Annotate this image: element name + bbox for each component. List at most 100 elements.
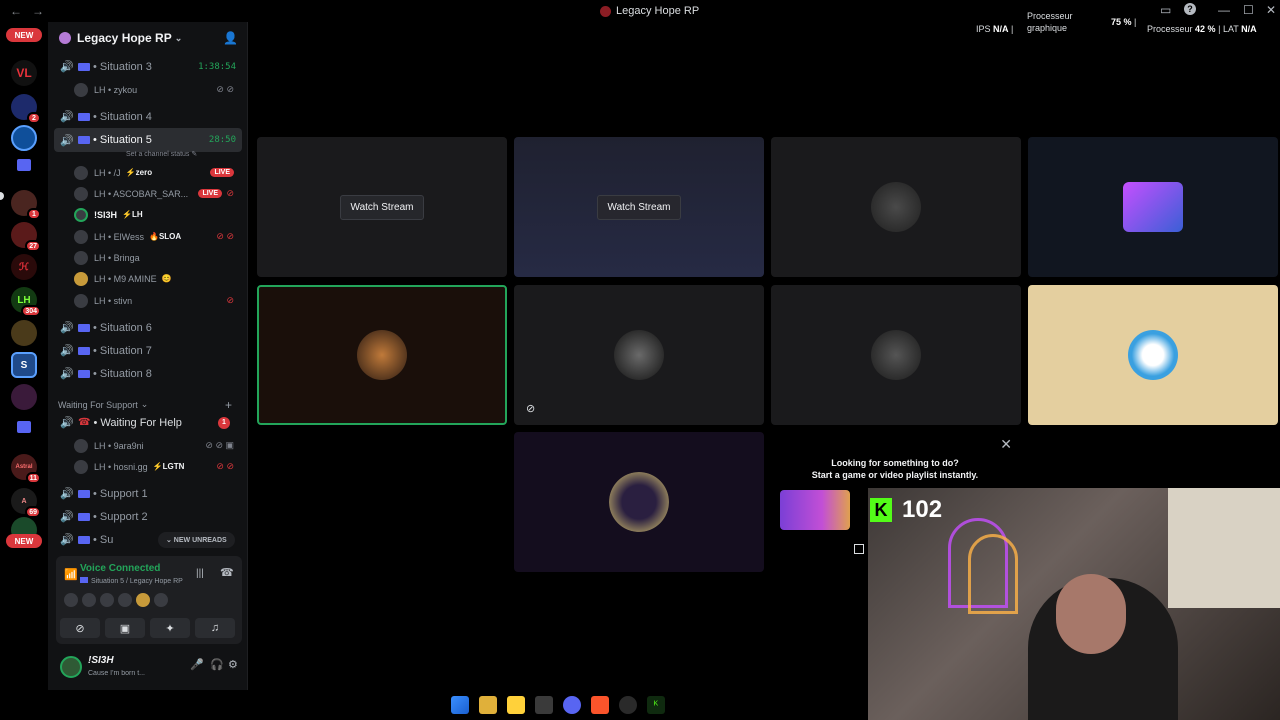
new-unreads-pill[interactable]: ⌄ NEW UNREADS — [158, 532, 235, 548]
stream-tile[interactable]: Watch Stream — [514, 137, 764, 277]
windows-start-icon[interactable] — [451, 696, 469, 714]
help-icon[interactable]: ? — [1184, 3, 1196, 15]
inbox-icon[interactable]: ▭ — [1160, 3, 1171, 17]
monitor-icon — [78, 136, 90, 144]
participant-tile-speaking[interactable] — [257, 285, 507, 425]
minimize-button[interactable]: — — [1218, 3, 1230, 17]
new-badge-top[interactable]: NEW — [6, 28, 42, 42]
category-waiting-for-support[interactable]: Waiting For Support ⌄ + — [58, 398, 238, 412]
participant-tile[interactable] — [771, 285, 1021, 425]
brave-browser-icon[interactable] — [591, 696, 609, 714]
watch-stream-button[interactable]: Watch Stream — [339, 194, 425, 220]
member-name: !SI3H — [94, 209, 118, 220]
voice-connected-title[interactable]: Voice Connected — [80, 563, 160, 574]
server-icon-5[interactable]: 1 — [11, 190, 41, 220]
perf-fps: IPS N/A | — [976, 24, 1013, 34]
avatar — [74, 250, 88, 265]
stream-tile[interactable]: Watch Stream — [257, 137, 507, 277]
lat-value: N/A — [1241, 24, 1257, 34]
file-explorer-icon[interactable] — [479, 696, 497, 714]
voice-member[interactable]: LH • 9ara9ni ⊘ ⊘ ▣ — [74, 435, 242, 456]
server-icon-11[interactable] — [11, 384, 37, 410]
deafen-icon: ⊘ — [226, 188, 234, 198]
voice-member[interactable]: LH • ElWess 🔥SLOA ⊘ ⊘ — [74, 226, 242, 247]
voice-member[interactable]: LH • M9 AMINE 😊 — [74, 268, 242, 289]
cpu-label: Processeur — [1147, 24, 1193, 34]
server-icon-astral[interactable]: A 69 — [11, 488, 41, 518]
channel-situation-6[interactable]: 🔊 • Situation 6 — [54, 317, 242, 338]
channel-name: • Situation 6 — [93, 321, 152, 334]
disconnect-icon[interactable]: ☎ — [220, 566, 234, 579]
new-badge-bottom[interactable]: NEW — [6, 534, 42, 548]
user-name[interactable]: !SI3H — [88, 655, 114, 666]
participant-tile[interactable] — [1028, 137, 1278, 277]
server-icon-10[interactable]: S — [11, 352, 37, 378]
channel-situation-3[interactable]: 🔊 • Situation 3 1:38:54 — [54, 56, 242, 77]
channel-situation-7[interactable]: 🔊 • Situation 7 — [54, 340, 242, 361]
back-arrow-icon[interactable]: ← — [10, 4, 22, 18]
participant-tile[interactable] — [1028, 285, 1278, 425]
server-icon-3[interactable] — [11, 125, 37, 151]
app-icon[interactable] — [535, 696, 553, 714]
channel-name: • Situation 7 — [93, 344, 152, 357]
activities-button[interactable]: ✦ — [150, 618, 190, 638]
channel-name: • Su — [93, 533, 114, 546]
server-icon-9[interactable] — [11, 320, 37, 346]
gear-icon[interactable]: ⚙ — [228, 658, 238, 671]
channel-waiting-for-help[interactable]: 🔊 ☎ • Waiting For Help 1 — [54, 412, 242, 433]
server-icon-6[interactable]: 27 — [11, 222, 41, 252]
screen-share-button[interactable]: ▣ — [105, 618, 145, 638]
unread-count-badge: 1 — [218, 416, 230, 429]
add-channel-icon[interactable]: + — [225, 398, 232, 412]
maximize-button[interactable]: ☐ — [1243, 3, 1254, 17]
user-avatar[interactable] — [60, 656, 82, 678]
checkbox[interactable] — [854, 544, 864, 554]
perf-separator: | — [1134, 17, 1137, 27]
server-icon-13[interactable]: Astral 11 — [11, 454, 41, 484]
forward-arrow-icon[interactable]: → — [32, 4, 44, 18]
invite-person-icon[interactable]: 👤 — [223, 31, 238, 45]
folder-icon[interactable] — [17, 421, 31, 433]
server-icon-7[interactable]: ℋ — [11, 254, 37, 280]
voice-member[interactable]: LH • zykou ⊘ ⊘ — [74, 79, 242, 100]
server-icon-vl[interactable]: VL — [11, 60, 37, 86]
participant-tile[interactable] — [514, 432, 764, 572]
channel-support-1[interactable]: 🔊 • Support 1 — [54, 483, 242, 504]
server-icon-2[interactable]: 2 — [11, 94, 41, 124]
activity-thumbnail[interactable] — [780, 490, 850, 530]
voice-channel-subtitle[interactable]: Situation 5 / Legacy Hope RP — [80, 577, 183, 585]
voice-member[interactable]: LH • /J ⚡zero LIVE — [74, 162, 242, 183]
speaker-icon: 🔊 — [60, 134, 74, 147]
server-icon-lh[interactable]: LH 304 — [11, 287, 41, 317]
voice-member[interactable]: !SI3H ⚡LH — [74, 204, 242, 225]
noise-suppression-icon[interactable]: ||| — [196, 568, 204, 579]
headphones-icon[interactable]: 🎧 — [210, 658, 224, 671]
kick-app-icon[interactable]: ᴷ — [647, 696, 665, 714]
channel-situation-4[interactable]: 🔊 • Situation 4 — [54, 106, 242, 127]
discord-icon[interactable] — [563, 696, 581, 714]
close-button[interactable]: ✕ — [1266, 3, 1276, 17]
channel-status-hint[interactable]: Set a channel status ✎ — [126, 150, 197, 158]
folder-icon[interactable] — [17, 159, 31, 171]
voice-member[interactable]: LH • ASCOBAR_SAR... LIVE ⊘ — [74, 183, 242, 204]
participant-tile[interactable]: ⊘ — [514, 285, 764, 425]
member-name: LH • zykou — [94, 84, 138, 95]
participant-tile[interactable] — [771, 137, 1021, 277]
channel-support-2[interactable]: 🔊 • Support 2 — [54, 506, 242, 527]
steam-icon[interactable] — [619, 696, 637, 714]
member-name: LH • ElWess — [94, 231, 144, 242]
guild-header[interactable]: Legacy Hope RP ⌄ 👤 — [48, 22, 248, 54]
channel-situation-5[interactable]: 🔊 • Situation 5 28:50 — [54, 128, 242, 152]
voice-member[interactable]: LH • stivn ⊘ — [74, 290, 242, 311]
microphone-icon[interactable]: 🎤 — [190, 658, 204, 671]
soundboard-button[interactable]: ♫ — [195, 618, 235, 638]
notes-icon[interactable] — [507, 696, 525, 714]
channel-situation-8[interactable]: 🔊 • Situation 8 — [54, 363, 242, 384]
voice-member[interactable]: LH • hosni.gg ⚡LGTN ⊘ ⊘ — [74, 456, 242, 477]
camera-off-button[interactable]: ⊘ — [60, 618, 100, 638]
gpu-label-line1: Processeur — [1027, 11, 1073, 21]
close-icon[interactable]: ✕ — [1000, 436, 1012, 453]
voice-member[interactable]: LH • Bringa — [74, 247, 242, 268]
watch-stream-button[interactable]: Watch Stream — [596, 194, 682, 220]
window-title-text: Legacy Hope RP — [616, 5, 700, 17]
